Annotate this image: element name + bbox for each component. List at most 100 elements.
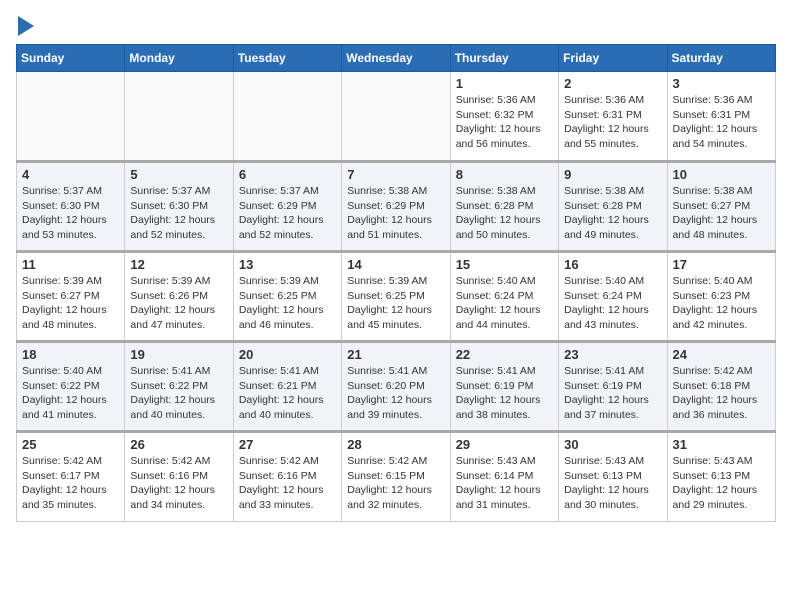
calendar-cell — [17, 72, 125, 162]
day-number: 15 — [456, 257, 553, 272]
day-number: 28 — [347, 437, 444, 452]
day-number: 23 — [564, 347, 661, 362]
calendar-cell: 7 Sunrise: 5:38 AM Sunset: 6:29 PM Daylig… — [342, 162, 450, 252]
cell-content: Sunrise: 5:42 AM Sunset: 6:17 PM Dayligh… — [22, 454, 119, 513]
day-number: 24 — [673, 347, 770, 362]
calendar-week-row: 11 Sunrise: 5:39 AM Sunset: 6:27 PM Dayli… — [17, 252, 776, 342]
day-number: 5 — [130, 167, 227, 182]
calendar-cell: 23 Sunrise: 5:41 AM Sunset: 6:19 PM Dayli… — [559, 342, 667, 432]
day-number: 1 — [456, 76, 553, 91]
cell-content: Sunrise: 5:41 AM Sunset: 6:21 PM Dayligh… — [239, 364, 336, 423]
col-header-thursday: Thursday — [450, 45, 558, 72]
calendar-week-row: 18Sunrise: 5:40 AM Sunset: 6:22 PM Dayli… — [17, 342, 776, 432]
cell-content: Sunrise: 5:39 AM Sunset: 6:26 PM Dayligh… — [130, 274, 227, 333]
calendar-cell: 28 Sunrise: 5:42 AM Sunset: 6:15 PM Dayli… — [342, 432, 450, 522]
calendar-cell: 27 Sunrise: 5:42 AM Sunset: 6:16 PM Dayli… — [233, 432, 341, 522]
cell-content: Sunrise: 5:40 AM Sunset: 6:24 PM Dayligh… — [564, 274, 661, 333]
day-number: 21 — [347, 347, 444, 362]
day-number: 20 — [239, 347, 336, 362]
col-header-tuesday: Tuesday — [233, 45, 341, 72]
calendar-week-row: 4 Sunrise: 5:37 AM Sunset: 6:30 PM Daylig… — [17, 162, 776, 252]
day-number: 13 — [239, 257, 336, 272]
cell-content: Sunrise: 5:38 AM Sunset: 6:28 PM Dayligh… — [456, 184, 553, 243]
cell-content: Sunrise: 5:39 AM Sunset: 6:25 PM Dayligh… — [239, 274, 336, 333]
cell-content: Sunrise: 5:38 AM Sunset: 6:28 PM Dayligh… — [564, 184, 661, 243]
calendar-cell: 26 Sunrise: 5:42 AM Sunset: 6:16 PM Dayli… — [125, 432, 233, 522]
cell-content: Sunrise: 5:36 AM Sunset: 6:31 PM Dayligh… — [673, 93, 770, 152]
cell-content: Sunrise: 5:41 AM Sunset: 6:22 PM Dayligh… — [130, 364, 227, 423]
calendar-cell — [125, 72, 233, 162]
cell-content: Sunrise: 5:40 AM Sunset: 6:23 PM Dayligh… — [673, 274, 770, 333]
day-number: 7 — [347, 167, 444, 182]
logo — [16, 16, 34, 36]
calendar-cell: 17 Sunrise: 5:40 AM Sunset: 6:23 PM Dayli… — [667, 252, 775, 342]
calendar-cell: 2 Sunrise: 5:36 AM Sunset: 6:31 PM Daylig… — [559, 72, 667, 162]
cell-content: Sunrise: 5:43 AM Sunset: 6:14 PM Dayligh… — [456, 454, 553, 513]
cell-content: Sunrise: 5:42 AM Sunset: 6:16 PM Dayligh… — [130, 454, 227, 513]
cell-content: Sunrise: 5:38 AM Sunset: 6:27 PM Dayligh… — [673, 184, 770, 243]
calendar-cell: 19 Sunrise: 5:41 AM Sunset: 6:22 PM Dayli… — [125, 342, 233, 432]
cell-content: Sunrise: 5:39 AM Sunset: 6:27 PM Dayligh… — [22, 274, 119, 333]
calendar-cell: 12 Sunrise: 5:39 AM Sunset: 6:26 PM Dayli… — [125, 252, 233, 342]
col-header-monday: Monday — [125, 45, 233, 72]
cell-content: Sunrise: 5:41 AM Sunset: 6:19 PM Dayligh… — [456, 364, 553, 423]
calendar-cell: 10Sunrise: 5:38 AM Sunset: 6:27 PM Dayli… — [667, 162, 775, 252]
cell-content: Sunrise: 5:38 AM Sunset: 6:29 PM Dayligh… — [347, 184, 444, 243]
day-number: 30 — [564, 437, 661, 452]
day-number: 2 — [564, 76, 661, 91]
cell-content: Sunrise: 5:39 AM Sunset: 6:25 PM Dayligh… — [347, 274, 444, 333]
day-number: 27 — [239, 437, 336, 452]
day-number: 8 — [456, 167, 553, 182]
cell-content: Sunrise: 5:36 AM Sunset: 6:31 PM Dayligh… — [564, 93, 661, 152]
day-number: 19 — [130, 347, 227, 362]
cell-content: Sunrise: 5:41 AM Sunset: 6:20 PM Dayligh… — [347, 364, 444, 423]
calendar-header-row: SundayMondayTuesdayWednesdayThursdayFrid… — [17, 45, 776, 72]
calendar-cell: 18Sunrise: 5:40 AM Sunset: 6:22 PM Dayli… — [17, 342, 125, 432]
col-header-friday: Friday — [559, 45, 667, 72]
cell-content: Sunrise: 5:42 AM Sunset: 6:16 PM Dayligh… — [239, 454, 336, 513]
calendar-week-row: 25Sunrise: 5:42 AM Sunset: 6:17 PM Dayli… — [17, 432, 776, 522]
calendar-cell: 21 Sunrise: 5:41 AM Sunset: 6:20 PM Dayli… — [342, 342, 450, 432]
cell-content: Sunrise: 5:42 AM Sunset: 6:15 PM Dayligh… — [347, 454, 444, 513]
calendar-cell — [342, 72, 450, 162]
calendar-cell: 22 Sunrise: 5:41 AM Sunset: 6:19 PM Dayli… — [450, 342, 558, 432]
calendar-cell: 1Sunrise: 5:36 AM Sunset: 6:32 PM Daylig… — [450, 72, 558, 162]
day-number: 16 — [564, 257, 661, 272]
cell-content: Sunrise: 5:40 AM Sunset: 6:24 PM Dayligh… — [456, 274, 553, 333]
calendar-cell: 8 Sunrise: 5:38 AM Sunset: 6:28 PM Daylig… — [450, 162, 558, 252]
cell-content: Sunrise: 5:37 AM Sunset: 6:29 PM Dayligh… — [239, 184, 336, 243]
calendar-cell: 24 Sunrise: 5:42 AM Sunset: 6:18 PM Dayli… — [667, 342, 775, 432]
day-number: 18 — [22, 347, 119, 362]
day-number: 3 — [673, 76, 770, 91]
page-header — [16, 16, 776, 36]
cell-content: Sunrise: 5:42 AM Sunset: 6:18 PM Dayligh… — [673, 364, 770, 423]
calendar-cell: 5Sunrise: 5:37 AM Sunset: 6:30 PM Daylig… — [125, 162, 233, 252]
calendar-cell: 14Sunrise: 5:39 AM Sunset: 6:25 PM Dayli… — [342, 252, 450, 342]
day-number: 26 — [130, 437, 227, 452]
cell-content: Sunrise: 5:43 AM Sunset: 6:13 PM Dayligh… — [673, 454, 770, 513]
calendar-cell: 16 Sunrise: 5:40 AM Sunset: 6:24 PM Dayli… — [559, 252, 667, 342]
calendar-cell: 15 Sunrise: 5:40 AM Sunset: 6:24 PM Dayli… — [450, 252, 558, 342]
day-number: 4 — [22, 167, 119, 182]
calendar-cell: 9 Sunrise: 5:38 AM Sunset: 6:28 PM Daylig… — [559, 162, 667, 252]
day-number: 9 — [564, 167, 661, 182]
calendar-cell: 29 Sunrise: 5:43 AM Sunset: 6:14 PM Dayli… — [450, 432, 558, 522]
cell-content: Sunrise: 5:37 AM Sunset: 6:30 PM Dayligh… — [22, 184, 119, 243]
day-number: 11 — [22, 257, 119, 272]
day-number: 31 — [673, 437, 770, 452]
day-number: 17 — [673, 257, 770, 272]
day-number: 22 — [456, 347, 553, 362]
calendar-cell: 30Sunrise: 5:43 AM Sunset: 6:13 PM Dayli… — [559, 432, 667, 522]
day-number: 12 — [130, 257, 227, 272]
day-number: 29 — [456, 437, 553, 452]
col-header-wednesday: Wednesday — [342, 45, 450, 72]
calendar-week-row: 1Sunrise: 5:36 AM Sunset: 6:32 PM Daylig… — [17, 72, 776, 162]
day-number: 6 — [239, 167, 336, 182]
calendar-cell: 4 Sunrise: 5:37 AM Sunset: 6:30 PM Daylig… — [17, 162, 125, 252]
calendar-cell — [233, 72, 341, 162]
calendar-cell: 13 Sunrise: 5:39 AM Sunset: 6:25 PM Dayli… — [233, 252, 341, 342]
calendar-cell: 31 Sunrise: 5:43 AM Sunset: 6:13 PM Dayli… — [667, 432, 775, 522]
cell-content: Sunrise: 5:41 AM Sunset: 6:19 PM Dayligh… — [564, 364, 661, 423]
calendar-cell: 25Sunrise: 5:42 AM Sunset: 6:17 PM Dayli… — [17, 432, 125, 522]
calendar-cell: 3 Sunrise: 5:36 AM Sunset: 6:31 PM Daylig… — [667, 72, 775, 162]
